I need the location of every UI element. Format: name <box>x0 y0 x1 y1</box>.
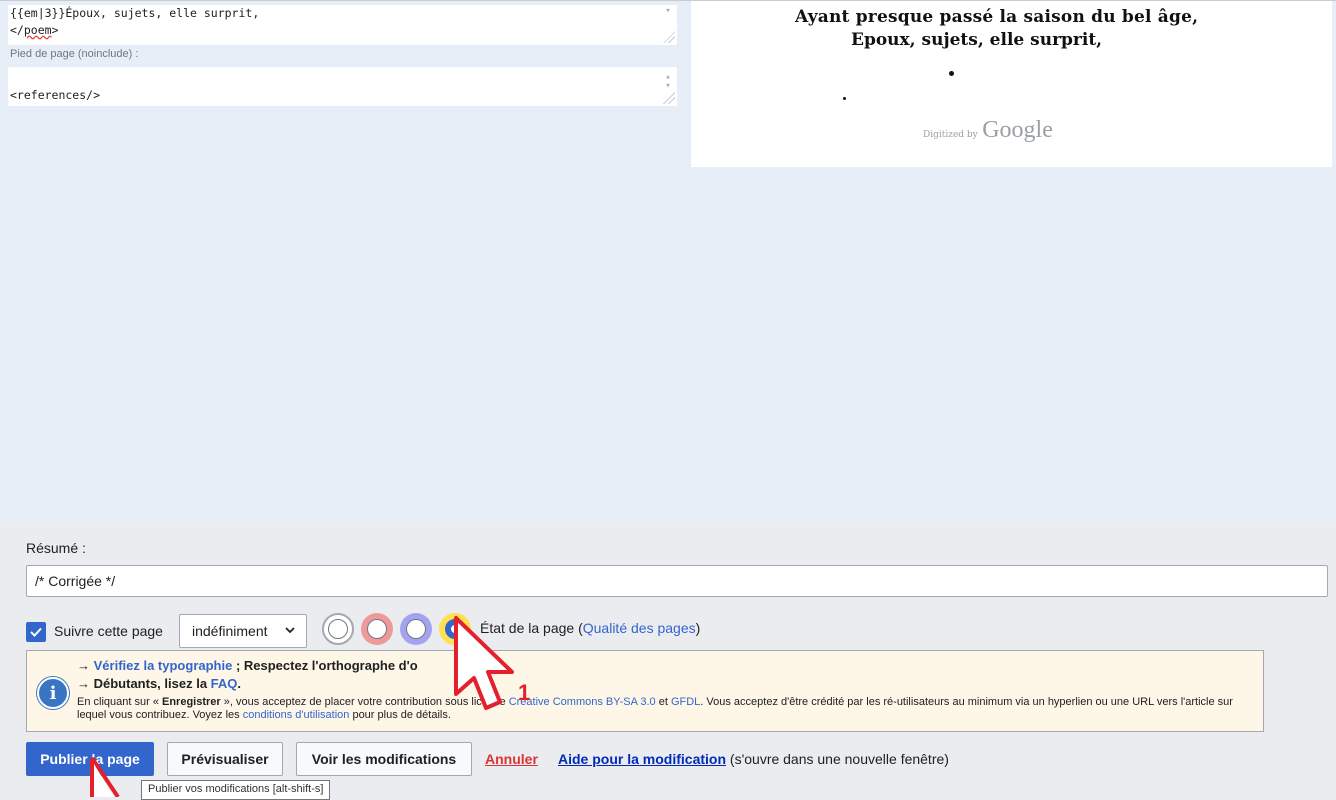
body-line-1: {{em|3}}Époux, sujets, elle surprit, <box>10 6 260 20</box>
terms-link[interactable]: conditions d'utilisation <box>243 709 350 721</box>
preview-button[interactable]: Prévisualiser <box>167 742 283 776</box>
verify-typography-link[interactable]: Vérifiez la typographie <box>94 658 233 673</box>
annotation-step-number: 1 <box>518 680 530 705</box>
footer-label: Pied de page (noinclude) : <box>10 48 139 60</box>
footer-line: <references/> <box>10 88 101 102</box>
scan-dot <box>949 71 954 76</box>
checkmark-icon <box>30 627 42 637</box>
editor-area: {{em|3}}Époux, sujets, elle surprit, </p… <box>0 0 1336 523</box>
publish-tooltip: Publier vos modifications [alt-shift-s] <box>141 780 331 800</box>
edit-help: Aide pour la modification (s'ouvre dans … <box>558 751 949 767</box>
edit-help-link[interactable]: Aide pour la modification <box>558 751 726 767</box>
watch-expiry-select[interactable]: indéfiniment <box>179 614 307 648</box>
quality-radio-3[interactable] <box>400 613 432 645</box>
quality-pages-link[interactable]: Qualité des pages <box>583 620 696 636</box>
body-line-2: </poem> <box>10 23 59 37</box>
scan-line-2: Epoux, sujets, elle surprit, <box>851 30 1103 50</box>
scroll-arrows[interactable]: ▾ <box>663 7 673 16</box>
scan-dot <box>843 97 846 100</box>
quality-radio-0[interactable] <box>322 613 354 645</box>
watch-label: Suivre cette page <box>54 623 163 639</box>
summary-input[interactable] <box>26 565 1328 597</box>
resize-handle[interactable] <box>663 31 675 43</box>
footer-textarea[interactable]: <references/> ▴ ▾ <box>8 67 677 106</box>
footer-scroll-arrows[interactable]: ▴ ▾ <box>663 73 673 91</box>
footer-resize-handle[interactable] <box>663 92 675 104</box>
show-changes-button[interactable]: Voir les modifications <box>296 742 472 776</box>
license-notice: En cliquant sur « Enregistrer », vous ac… <box>77 696 1233 721</box>
annotation-cursor-icon <box>90 756 120 797</box>
edit-notice: i → Vérifiez la typographie ; Respectez … <box>26 650 1264 732</box>
cancel-link[interactable]: Annuler <box>485 751 538 767</box>
page-body-textarea[interactable]: {{em|3}}Époux, sujets, elle surprit, </p… <box>8 5 677 45</box>
watch-checkbox[interactable] <box>26 622 46 642</box>
faq-link[interactable]: FAQ <box>211 676 238 691</box>
gfdl-link[interactable]: GFDL <box>671 696 700 708</box>
notice-beginners-line: → Débutants, lisez la FAQ. <box>77 676 242 691</box>
quality-radio-1[interactable] <box>361 613 393 645</box>
expiry-value: indéfiniment <box>192 623 268 639</box>
summary-label: Résumé : <box>26 540 86 556</box>
scan-image: Ayant presque passé la saison du bel âge… <box>691 1 1332 167</box>
scan-watermark: Digitized by Google <box>923 117 1053 143</box>
chevron-down-icon <box>284 623 296 639</box>
notice-verify-line: → Vérifiez la typographie ; Respectez l'… <box>77 658 418 673</box>
scan-line-1: Ayant presque passé la saison du bel âge… <box>795 7 1199 27</box>
annotation-cursor-icon: 1 <box>454 616 530 710</box>
info-icon: i <box>37 677 69 709</box>
